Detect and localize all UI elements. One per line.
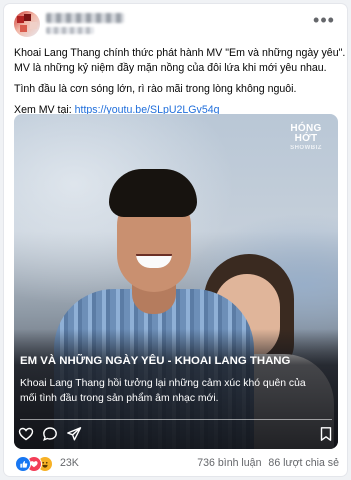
image-action-bar (18, 426, 334, 444)
reaction-count[interactable]: 23K (60, 457, 79, 469)
post-timestamp-blurred[interactable] (46, 27, 94, 34)
engagement-stats: 736 bình luận 86 lượt chia sẻ (193, 457, 339, 469)
share-icon (67, 427, 82, 441)
post-line: Tình đầu là cơn sóng lớn, rì rào mãi tro… (14, 83, 297, 95)
bookmark-icon (320, 427, 332, 441)
heart-icon (18, 427, 34, 441)
author-avatar[interactable] (14, 11, 40, 37)
comments-count[interactable]: 736 bình luận (197, 457, 261, 469)
author-name-blurred[interactable] (46, 13, 124, 23)
post-image[interactable]: HÓNG HỚT SHOWBIZ EM VÀ NHỮNG NGÀY YÊU - … (14, 114, 338, 449)
divider (20, 419, 332, 420)
post-line: Khoai Lang Thang chính thức phát hành MV… (14, 47, 346, 59)
hong-hot-logo: HÓNG HỚT SHOWBIZ (290, 123, 322, 152)
facebook-post-card: ••• Khoai Lang Thang chính thức phát hàn… (4, 4, 347, 476)
shares-count[interactable]: 86 lượt chia sẻ (268, 457, 339, 469)
comment-icon (43, 427, 57, 442)
post-line: MV là những kỷ niệm đầy mặn nồng của đôi… (14, 62, 327, 74)
post-text: Khoai Lang Thang chính thức phát hành MV… (14, 46, 346, 118)
image-headline: EM VÀ NHỮNG NGÀY YÊU - KHOAI LANG THANG (20, 355, 291, 367)
image-caption: Khoai Lang Thang hồi tưởng lại những cảm… (20, 378, 306, 404)
like-reaction-icon (15, 456, 31, 472)
more-options-icon[interactable]: ••• (313, 11, 335, 32)
